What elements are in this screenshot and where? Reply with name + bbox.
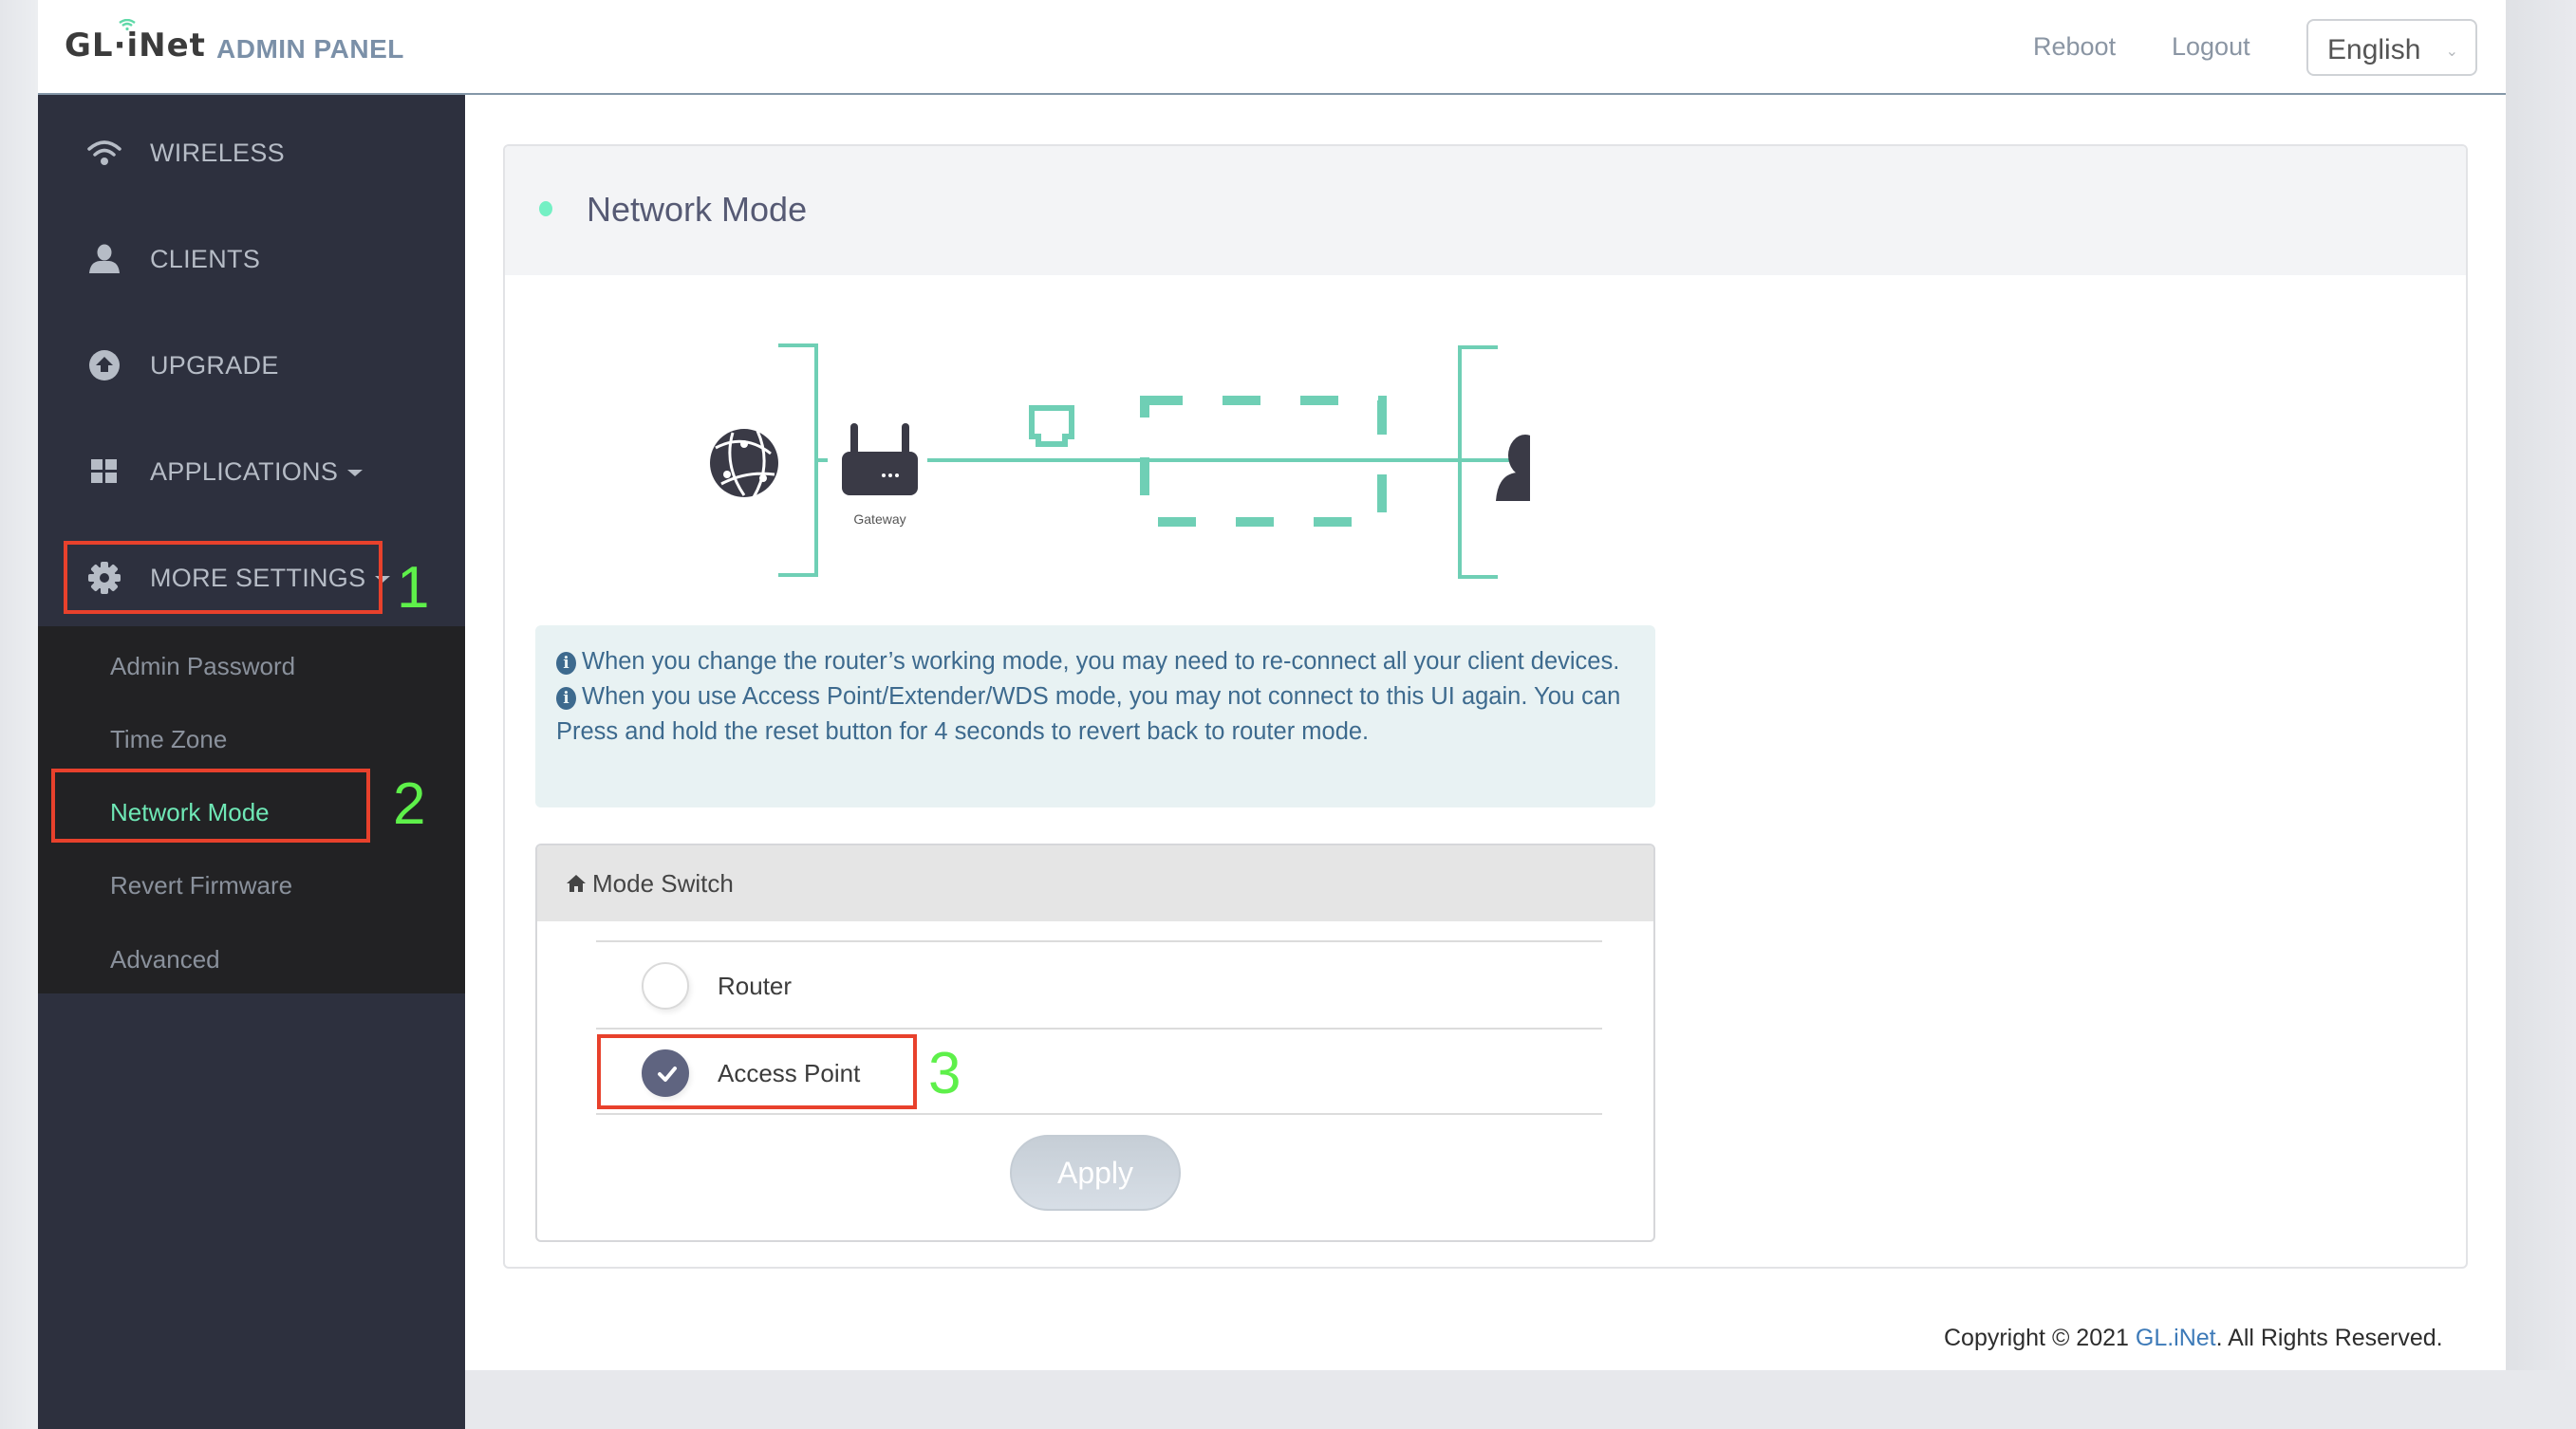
gateway-label: Gateway [853,511,905,527]
panel-title: ADMIN PANEL [216,34,404,64]
notice-text: When you change the router’s working mod… [582,648,1620,675]
sidebar-item-text: APPLICATIONS [150,456,339,486]
sidebar-item-label: UPGRADE [150,350,279,380]
sidebar: WIRELESS CLIENTS UPGRADE APPLICATIONS MO… [38,95,465,1429]
apply-button[interactable]: Apply [1010,1135,1181,1211]
logo-wifi-icon [119,19,136,30]
submenu-item-network-mode[interactable]: Network Mode [110,798,270,827]
notice-line: i When you use Access Point/Extender/WDS … [556,679,1634,750]
chevron-down-icon: ⌄ [2445,44,2458,60]
sidebar-item-label: MORE SETTINGS [150,563,391,593]
submenu-item-revert-firmware[interactable]: Revert Firmware [110,871,292,900]
mode-options: Router Access Point [596,940,1602,1115]
sidebar-item-label: CLIENTS [150,244,261,273]
info-notice: i When you change the router’s working mo… [535,625,1655,807]
home-icon [567,875,586,892]
sidebar-item-wireless[interactable]: WIRELESS [38,120,465,186]
mode-option-label: Router [718,972,793,1000]
page-title: Network Mode [587,190,808,229]
gear-icon [85,559,123,597]
gl-inet-logo[interactable]: GL·iNet [65,19,206,65]
checkmark-icon [658,1067,677,1082]
access-point-radio[interactable] [642,1049,689,1097]
caret-down-icon [347,469,364,476]
gl-inet-link[interactable]: GL.iNet [2136,1325,2216,1351]
network-topology-diagram: Gateway [710,343,1530,579]
upload-circle-icon [85,346,123,384]
mode-option-access-point[interactable]: Access Point [596,1028,1602,1115]
info-icon: i [556,687,576,710]
notice-line: i When you change the router’s working mo… [556,644,1634,679]
sidebar-item-applications[interactable]: APPLICATIONS [38,438,465,505]
bottom-gutter [465,1370,2576,1429]
status-dot-icon [539,201,552,216]
footer-prefix: Copyright © 2021 [1944,1325,2136,1351]
info-icon: i [556,652,576,675]
card-header: Network Mode [505,146,2466,275]
reboot-link[interactable]: Reboot [2033,32,2116,62]
left-bracket [778,343,818,577]
logo-text: GL·iNet [65,27,206,65]
sidebar-item-upgrade[interactable]: UPGRADE [38,332,465,399]
annotation-number-2: 2 [393,771,426,837]
notice-text: When you use Access Point/Extender/WDS m… [556,683,1621,745]
caret-down-icon [375,575,391,583]
mode-switch-title: Mode Switch [592,869,734,898]
submenu-item-time-zone[interactable]: Time Zone [110,725,227,754]
right-gutter [2506,0,2576,1429]
submenu-item-advanced[interactable]: Advanced [110,945,220,974]
mode-option-label: Access Point [718,1059,861,1087]
sidebar-item-label: APPLICATIONS [150,456,364,487]
wifi-icon [85,134,123,172]
user-icon [1496,435,1530,501]
router-radio[interactable] [642,962,689,1010]
globe-icon [710,429,778,498]
sidebar-item-label: WIRELESS [150,138,285,167]
network-mode-card: Network Mode Gateway i When you change t… [503,144,2468,1269]
ethernet-port-icon [1029,405,1074,447]
annotation-number-1: 1 [397,555,430,621]
sidebar-item-clients[interactable]: CLIENTS [38,226,465,292]
mode-switch-header: Mode Switch [537,845,1653,921]
user-icon [85,240,123,278]
language-select[interactable]: English ⌄ [2306,19,2477,76]
sidebar-item-text: MORE SETTINGS [150,563,366,592]
footer-copyright: Copyright © 2021 GL.iNet. All Rights Res… [1944,1325,2443,1352]
submenu-item-admin-password[interactable]: Admin Password [110,652,295,681]
top-header: GL·iNet ADMIN PANEL Reboot Logout Englis… [38,0,2506,95]
router-icon [842,423,918,495]
logout-link[interactable]: Logout [2172,32,2250,62]
mode-option-router[interactable]: Router [596,940,1602,1028]
footer-suffix: . All Rights Reserved. [2215,1325,2443,1351]
mode-switch-panel: Mode Switch Router Access Point Apply [535,844,1655,1242]
annotation-number-3: 3 [928,1041,961,1106]
grid-icon [85,453,123,491]
language-selected-value: English [2327,34,2421,65]
